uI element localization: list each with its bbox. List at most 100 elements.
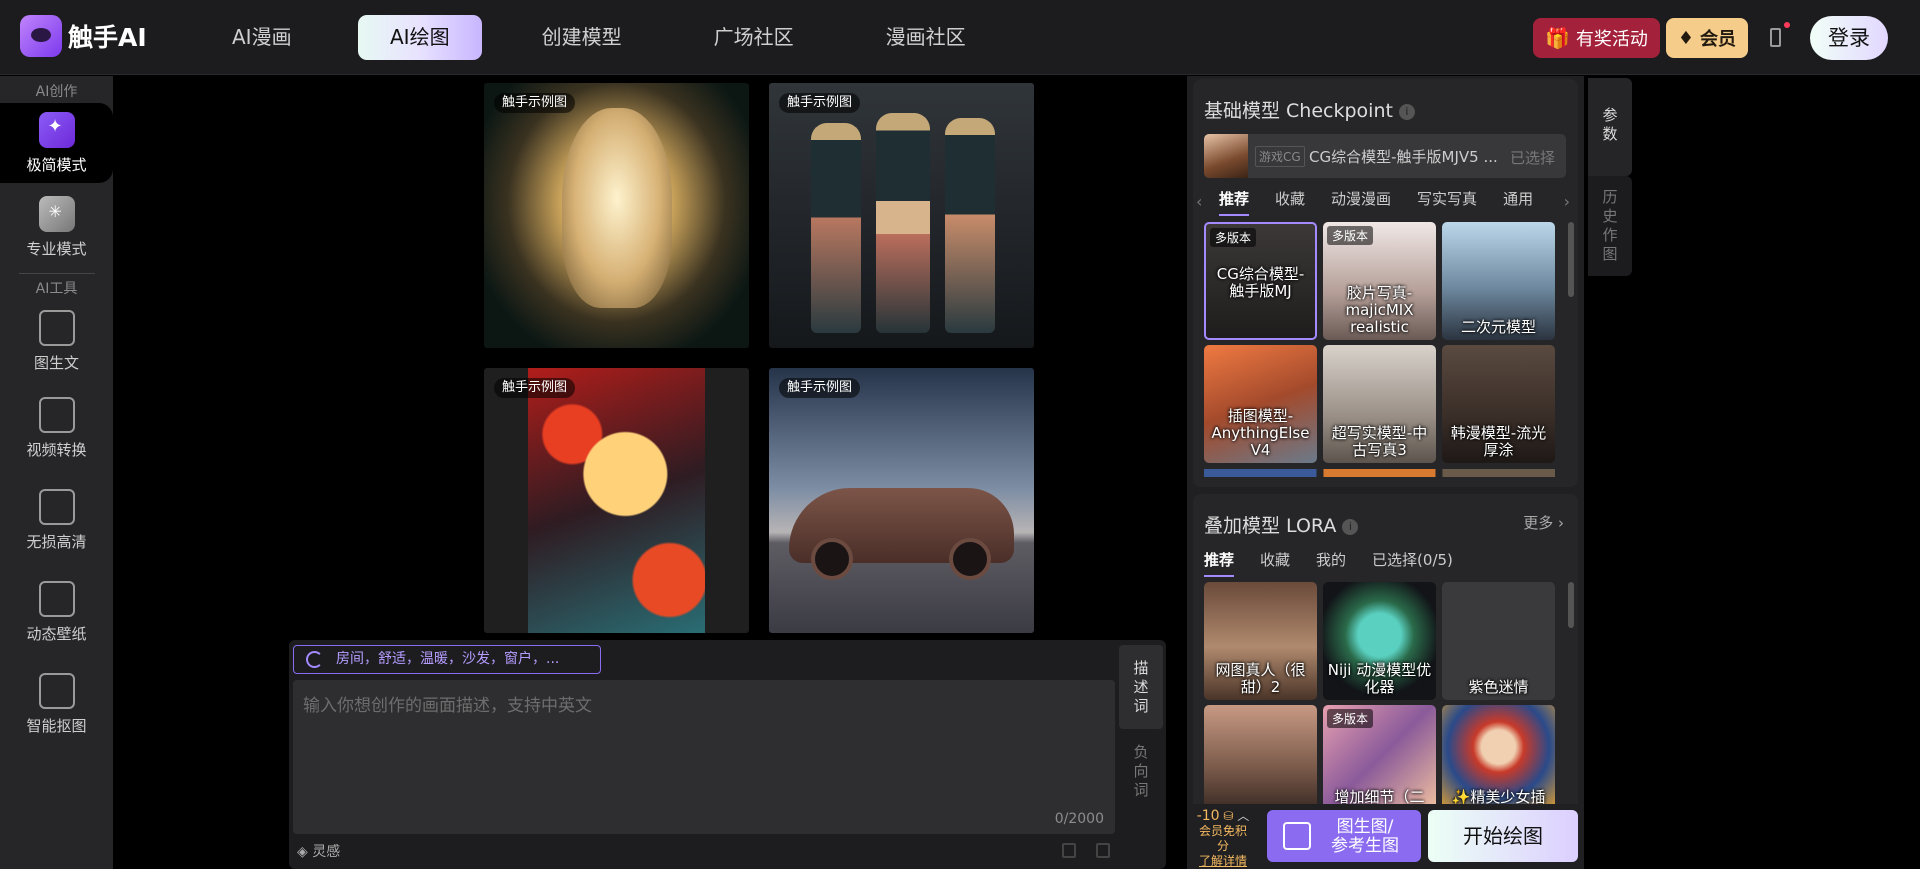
lora-card-label: Niji 动漫模型优化器 bbox=[1327, 661, 1432, 696]
promo-label: 有奖活动 bbox=[1575, 29, 1648, 50]
sidebar-item-smart-cutout[interactable]: 智能抠图 bbox=[0, 658, 113, 750]
sidebar-item-live-wallpaper[interactable]: 动态壁纸 bbox=[0, 566, 113, 658]
model-card[interactable]: 插图模型-AnythingElse V4 bbox=[1204, 345, 1317, 463]
selected-model[interactable]: 游戏CG CG综合模型-触手版MJV5 ... 已选择 bbox=[1204, 134, 1566, 178]
mobile-app-icon[interactable] bbox=[1754, 18, 1798, 58]
more-label: 更多 bbox=[1523, 514, 1554, 532]
lora-card[interactable]: ✨精美少女插 bbox=[1442, 705, 1555, 810]
model-card-label: CG综合模型-触手版MJ bbox=[1216, 265, 1305, 300]
tab-favorites[interactable]: 收藏 bbox=[1260, 549, 1290, 570]
lora-card-label: 网图真人（很甜）2 bbox=[1215, 661, 1306, 696]
lora-card[interactable]: 紫色迷情 bbox=[1442, 582, 1555, 700]
selected-status: 已选择 bbox=[1509, 149, 1555, 167]
model-card-label: 插图模型-AnythingElse V4 bbox=[1211, 407, 1310, 459]
tab-mine[interactable]: 我的 bbox=[1316, 549, 1346, 570]
tab-description[interactable]: 描述词 bbox=[1119, 645, 1163, 729]
sidebar-item-lossless-hd[interactable]: 无损高清 bbox=[0, 474, 113, 566]
section-ai-tools: AI工具 bbox=[35, 281, 78, 297]
tab-general[interactable]: 通用 bbox=[1503, 188, 1533, 209]
model-thumbnail bbox=[1204, 134, 1248, 178]
free-note: 会员免积分 bbox=[1198, 824, 1247, 853]
credit-info: -10 ⛁ ︿ 会员免积分 了解详情 bbox=[1194, 809, 1252, 869]
multi-version-badge: 多版本 bbox=[1327, 226, 1374, 245]
detail-link[interactable]: 了解详情 bbox=[1194, 854, 1252, 869]
tab-params[interactable]: 参数 bbox=[1588, 78, 1632, 176]
example-image-lamp[interactable]: 触手示例图 bbox=[484, 83, 749, 348]
tab-history[interactable]: 历史作图 bbox=[1588, 176, 1632, 276]
chevron-right-icon[interactable]: › bbox=[1564, 192, 1570, 211]
checkpoint-tabs: 推荐 收藏 动漫漫画 写实写真 通用 bbox=[1219, 188, 1559, 216]
inspiration-button[interactable]: ◈ 灵感 bbox=[297, 841, 340, 861]
tab-recommend[interactable]: 推荐 bbox=[1204, 549, 1235, 577]
scrollbar[interactable] bbox=[1568, 222, 1574, 297]
refresh-icon[interactable] bbox=[306, 651, 323, 668]
info-icon[interactable]: i bbox=[1398, 104, 1415, 120]
example-tag: 触手示例图 bbox=[494, 93, 576, 113]
tab-plaza-community[interactable]: 广场社区 bbox=[682, 15, 826, 60]
img2img-button[interactable]: 图生图/参考生图 bbox=[1267, 810, 1421, 862]
model-card[interactable]: 二次元模型 bbox=[1442, 222, 1555, 340]
tab-anime[interactable]: 动漫漫画 bbox=[1331, 188, 1391, 209]
sidebar-item-pro-mode[interactable]: 专业模式 bbox=[0, 183, 113, 271]
example-image-car[interactable]: 触手示例图 bbox=[769, 368, 1034, 633]
promo-button[interactable]: 🎁 有奖活动 bbox=[1532, 18, 1660, 58]
diamond-icon: ♦ bbox=[1677, 27, 1694, 49]
brand-logo[interactable]: 触手AI bbox=[20, 15, 147, 57]
tab-favorites[interactable]: 收藏 bbox=[1275, 188, 1305, 209]
model-card[interactable]: 韩漫模型-流光厚涂 bbox=[1442, 345, 1555, 463]
example-image-anime-girl[interactable]: 触手示例图 bbox=[484, 368, 749, 633]
example-image-bottles[interactable]: 触手示例图 bbox=[769, 83, 1034, 348]
palette-icon: ◈ bbox=[297, 844, 308, 860]
tab-label: 负向词 bbox=[1133, 743, 1149, 799]
login-button[interactable]: 登录 bbox=[1810, 16, 1888, 60]
logo-icon bbox=[20, 15, 62, 57]
model-card[interactable]: 多版本 CG综合模型-触手版MJ bbox=[1204, 222, 1317, 340]
inspiration-label: 灵感 bbox=[312, 844, 341, 860]
lora-card[interactable] bbox=[1204, 705, 1317, 810]
example-tag: 触手示例图 bbox=[494, 378, 576, 398]
sidebar-item-label: 智能抠图 bbox=[26, 716, 87, 735]
tab-ai-comic[interactable]: AI漫画 bbox=[200, 15, 324, 60]
tab-comic-community[interactable]: 漫画社区 bbox=[854, 15, 998, 60]
prompt-suggestion-chip[interactable]: 房间，舒适，温暖，沙发，窗户，... bbox=[293, 645, 601, 674]
notification-dot bbox=[1784, 22, 1790, 28]
chevron-right-icon: › bbox=[1558, 514, 1564, 532]
bottle-art bbox=[876, 113, 930, 333]
tab-realistic[interactable]: 写实写真 bbox=[1417, 188, 1477, 209]
lora-card-label: 紫色迷情 bbox=[1468, 678, 1529, 696]
car-wheel bbox=[949, 538, 991, 580]
scrollbar[interactable] bbox=[1568, 582, 1574, 628]
tab-recommend[interactable]: 推荐 bbox=[1219, 188, 1250, 216]
pro-mode-icon bbox=[38, 195, 75, 232]
vip-button[interactable]: ♦ 会员 bbox=[1665, 18, 1748, 58]
tab-negative[interactable]: 负向词 bbox=[1119, 729, 1163, 817]
lora-card[interactable]: 多版本 增加细节（二 bbox=[1323, 705, 1436, 810]
sidebar-item-image-to-text[interactable]: 图生文 bbox=[0, 300, 113, 382]
more-link[interactable]: 更多 › bbox=[1523, 512, 1564, 533]
cutout-icon bbox=[38, 672, 75, 709]
model-card[interactable]: 超写实模型-中古写真3 bbox=[1323, 345, 1436, 463]
chevron-up-icon[interactable]: ︿ bbox=[1237, 809, 1249, 823]
sidebar-item-label: 图生文 bbox=[33, 353, 79, 372]
bottle-art bbox=[945, 118, 995, 333]
tab-selected[interactable]: 已选择(0/5) bbox=[1372, 549, 1453, 570]
prompt-input[interactable] bbox=[293, 680, 1115, 834]
top-header: 触手AI AI漫画 AI绘图 创建模型 广场社区 漫画社区 🎁 有奖活动 ♦ 会… bbox=[0, 0, 1920, 75]
info-icon[interactable]: i bbox=[1342, 519, 1359, 535]
tab-label: 参数 bbox=[1602, 106, 1618, 143]
trash-icon[interactable] bbox=[1062, 843, 1076, 858]
tab-label: 历史作图 bbox=[1602, 188, 1618, 263]
bottle-art bbox=[811, 123, 861, 333]
chevron-left-icon[interactable]: ‹ bbox=[1196, 192, 1202, 211]
tab-ai-drawing[interactable]: AI绘图 bbox=[358, 15, 482, 60]
tab-create-model[interactable]: 创建模型 bbox=[510, 15, 654, 60]
sidebar-item-video-convert[interactable]: 视频转换 bbox=[0, 382, 113, 474]
tab-label: 描述词 bbox=[1133, 659, 1149, 715]
sidebar-item-simple-mode[interactable]: 极简模式 bbox=[0, 103, 113, 183]
lora-card[interactable]: 网图真人（很甜）2 bbox=[1204, 582, 1317, 700]
start-drawing-button[interactable]: 开始绘图 bbox=[1428, 810, 1578, 862]
copy-icon[interactable] bbox=[1096, 843, 1110, 858]
suggestion-text: 房间，舒适，温暖，沙发，窗户，... bbox=[336, 651, 560, 667]
model-card[interactable]: 多版本 胶片写真-majicMIX realistic bbox=[1323, 222, 1436, 340]
lora-card[interactable]: Niji 动漫模型优化器 bbox=[1323, 582, 1436, 700]
